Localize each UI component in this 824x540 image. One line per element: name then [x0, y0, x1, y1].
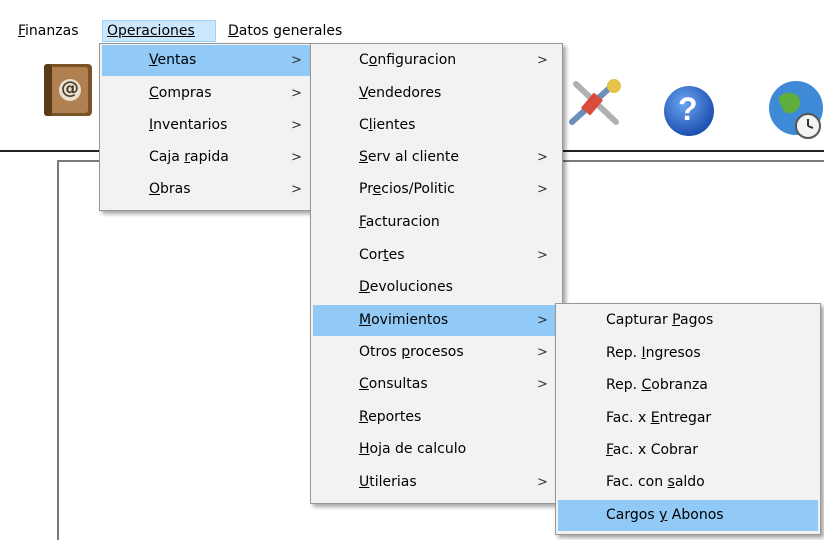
submenu-arrow-icon: > [291, 118, 302, 133]
menu-item-fac-x-cobrar[interactable]: Fac. x Cobrar [558, 435, 818, 466]
menu-item-label: Utilerias [359, 474, 417, 490]
menu-item-rep-ingresos[interactable]: Rep. Ingresos [558, 338, 818, 369]
menu-item-compras[interactable]: Compras > [102, 78, 313, 109]
menu-item-label: Rep. Cobranza [606, 377, 708, 393]
menu-item-facturacion[interactable]: Facturacion [313, 207, 560, 238]
menu-item-label: Obras [149, 181, 191, 197]
menu-item-movimientos[interactable]: Movimientos > [313, 305, 560, 336]
menu-item-label: Capturar Pagos [606, 312, 714, 328]
submenu-arrow-icon: > [537, 345, 548, 360]
tools-icon[interactable] [566, 78, 624, 130]
menu-item-capturar-pagos[interactable]: Capturar Pagos [558, 305, 818, 336]
ventas-menu: Configuracion > Vendedores Clientes Serv… [310, 43, 563, 504]
menu-item-label: Rep. Ingresos [606, 345, 701, 361]
menu-item-label: Devoluciones [359, 279, 453, 295]
menu-finanzas[interactable]: Finanzas [14, 20, 82, 42]
menu-item-consultas[interactable]: Consultas > [313, 369, 560, 400]
submenu-arrow-icon: > [537, 248, 548, 263]
menu-item-ventas[interactable]: Ventas > [102, 45, 313, 76]
menu-item-precios-politic[interactable]: Precios/Politic > [313, 174, 560, 205]
submenu-arrow-icon: > [291, 53, 302, 68]
menu-operaciones[interactable]: Operaciones [102, 20, 216, 42]
menu-item-label: Ventas [149, 52, 197, 68]
menu-bar: Finanzas Operaciones Datos generales [0, 0, 824, 42]
address-book-icon[interactable]: @ [40, 62, 95, 118]
menu-item-fac-con-saldo[interactable]: Fac. con saldo [558, 467, 818, 498]
menu-item-fac-x-entregar[interactable]: Fac. x Entregar [558, 403, 818, 434]
menu-item-clientes[interactable]: Clientes [313, 110, 560, 141]
menu-item-configuracion[interactable]: Configuracion > [313, 45, 560, 76]
submenu-arrow-icon: > [537, 182, 548, 197]
menu-item-label: Precios/Politic [359, 181, 455, 197]
menu-datos-label: atos generales [238, 23, 343, 39]
menu-item-label: Reportes [359, 409, 422, 425]
operaciones-menu: Ventas > Compras > Inventarios > Caja ra… [99, 43, 316, 211]
menu-item-label: Configuracion [359, 52, 457, 68]
menu-item-label: Fac. x Cobrar [606, 442, 699, 458]
menu-item-label: Serv al cliente [359, 149, 459, 165]
menu-item-label: Hoja de calculo [359, 441, 467, 457]
menu-item-label: Caja rapida [149, 149, 229, 165]
menu-datos-generales[interactable]: Datos generales [224, 20, 346, 42]
menu-item-label: Compras [149, 85, 212, 101]
help-question-glyph: ? [678, 91, 698, 127]
submenu-arrow-icon: > [291, 182, 302, 197]
menu-operaciones-label: Operaciones [107, 23, 195, 39]
menu-item-label: Otros procesos [359, 344, 464, 360]
menu-item-label: Cargos y Abonos [606, 507, 724, 523]
menu-item-label: Inventarios [149, 117, 228, 133]
submenu-arrow-icon: > [537, 475, 548, 490]
menu-item-label: Movimientos [359, 312, 449, 328]
menu-datos-mnemonic: D [228, 23, 239, 39]
menu-item-caja-rapida[interactable]: Caja rapida > [102, 142, 313, 173]
menu-item-hoja-de-calculo[interactable]: Hoja de calculo [313, 434, 560, 465]
menu-item-devoluciones[interactable]: Devoluciones [313, 272, 560, 303]
menu-item-obras[interactable]: Obras > [102, 174, 313, 205]
submenu-arrow-icon: > [537, 313, 548, 328]
submenu-arrow-icon: > [537, 377, 548, 392]
menu-item-label: Clientes [359, 117, 416, 133]
movimientos-menu: Capturar Pagos Rep. Ingresos Rep. Cobran… [555, 303, 821, 535]
menu-item-otros-procesos[interactable]: Otros procesos > [313, 337, 560, 368]
menu-item-label: Fac. x Entregar [606, 410, 712, 426]
menu-item-serv-al-cliente[interactable]: Serv al cliente > [313, 142, 560, 173]
submenu-arrow-icon: > [291, 86, 302, 101]
help-icon[interactable]: ? [662, 84, 716, 138]
menu-finanzas-label: inanzas [25, 23, 79, 39]
menu-item-cortes[interactable]: Cortes > [313, 240, 560, 271]
menu-item-reportes[interactable]: Reportes [313, 402, 560, 433]
menu-item-label: Vendedores [359, 85, 442, 101]
menu-finanzas-mnemonic: F [18, 23, 26, 39]
menu-item-label: Cortes [359, 247, 405, 263]
menu-item-cargos-y-abonos[interactable]: Cargos y Abonos [558, 500, 818, 531]
menu-item-label: Fac. con saldo [606, 474, 705, 490]
submenu-arrow-icon: > [537, 53, 548, 68]
submenu-arrow-icon: > [537, 150, 548, 165]
menu-item-label: Facturacion [359, 214, 440, 230]
email-at-glyph: @ [61, 78, 79, 99]
menu-item-label: Consultas [359, 376, 428, 392]
menu-item-utilerias[interactable]: Utilerias > [313, 467, 560, 498]
globe-clock-icon[interactable] [764, 78, 824, 140]
submenu-arrow-icon: > [291, 150, 302, 165]
menu-item-vendedores[interactable]: Vendedores [313, 78, 560, 109]
menu-item-inventarios[interactable]: Inventarios > [102, 110, 313, 141]
menu-item-rep-cobranza[interactable]: Rep. Cobranza [558, 370, 818, 401]
